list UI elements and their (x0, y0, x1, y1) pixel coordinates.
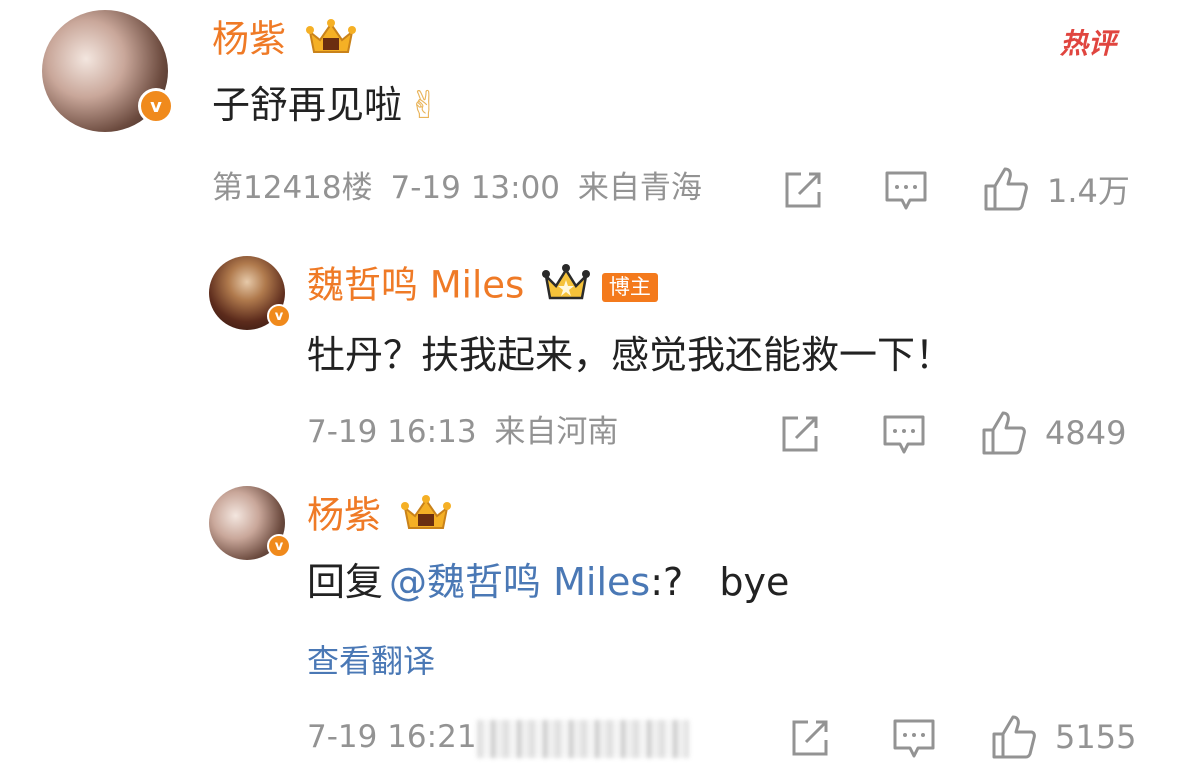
like-button[interactable]: 5155 (991, 714, 1136, 760)
mention-link[interactable]: @魏哲鸣 Miles (389, 560, 650, 604)
comment-button[interactable] (884, 170, 928, 212)
reply-meta: 7-19 16:13 来自河南 (307, 417, 618, 448)
like-button[interactable]: 1.4万 (983, 166, 1130, 212)
repost-button[interactable] (790, 718, 832, 758)
verified-v-icon: v (138, 88, 174, 124)
avatar[interactable]: v (209, 256, 291, 330)
repost-button[interactable] (780, 414, 822, 454)
translate-link[interactable]: 查看翻译 (307, 645, 435, 677)
timestamp: 7-19 13:00 (390, 170, 561, 206)
repost-icon (792, 720, 828, 756)
verified-v-icon: v (267, 534, 291, 558)
like-icon (992, 715, 1036, 759)
timestamp: 7-19 16:13 (307, 414, 477, 450)
verified-v-icon: v (267, 304, 291, 328)
repost-button[interactable] (783, 170, 825, 210)
victory-hand-emoji: ✌ (408, 83, 440, 127)
timestamp: 7-19 16:21 (307, 719, 477, 755)
crown-icon (399, 494, 453, 540)
reply-username[interactable]: 魏哲鸣 Miles 博主 (307, 264, 658, 310)
repost-icon (785, 172, 821, 208)
comment-username[interactable]: 杨紫 (212, 18, 358, 64)
comment-meta: 第12418楼 7-19 13:00 来自青海 (212, 173, 702, 204)
reply-text: 回复 @魏哲鸣 Miles:? bye (307, 560, 790, 604)
like-count: 4849 (1045, 414, 1127, 452)
crown-icon (304, 18, 358, 64)
comment-button[interactable] (882, 414, 926, 456)
like-count: 1.4万 (1047, 172, 1130, 210)
comment-icon (883, 415, 925, 454)
reply-username[interactable]: 杨紫 (307, 494, 453, 540)
reply-text: 牡丹？扶我起来，感觉我还能救一下！ (307, 333, 954, 377)
redacted-location (477, 720, 689, 758)
repost-icon (782, 416, 818, 452)
avatar[interactable]: v (42, 10, 174, 132)
hot-comment-badge: 热评 (1060, 27, 1117, 60)
reply-meta: 7-19 16:21 (307, 722, 477, 753)
comment-button[interactable] (892, 718, 936, 760)
floor-number: 第12418楼 (212, 170, 373, 206)
like-icon (984, 167, 1028, 211)
avatar[interactable]: v (209, 486, 291, 560)
blogger-badge: 博主 (601, 272, 658, 302)
comment-icon (893, 719, 935, 758)
like-button[interactable]: 4849 (981, 410, 1126, 456)
comment-icon (885, 171, 927, 210)
like-count: 5155 (1055, 718, 1137, 756)
location: 来自河南 (494, 414, 619, 450)
crown-icon (542, 264, 591, 310)
like-icon (982, 411, 1026, 455)
location: 来自青海 (577, 170, 702, 206)
comment-text: 子舒再见啦 ✌ (212, 83, 440, 127)
